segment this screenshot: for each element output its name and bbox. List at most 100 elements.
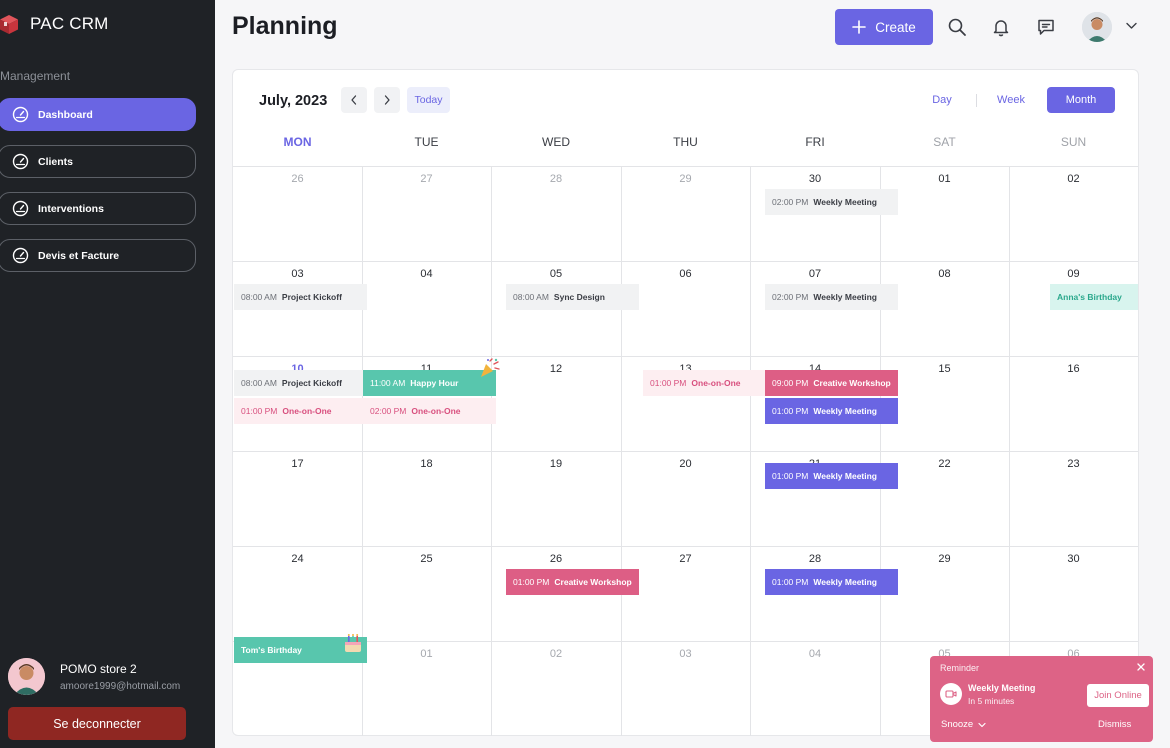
cake-icon [345, 634, 361, 652]
day-number[interactable]: 18 [407, 458, 447, 470]
day-number[interactable]: 23 [1054, 458, 1094, 470]
day-number[interactable]: 27 [407, 173, 447, 185]
day-number[interactable]: 12 [536, 363, 576, 375]
day-number[interactable]: 03 [666, 648, 706, 660]
event-title: Creative Workshop [813, 378, 891, 388]
chat-icon[interactable] [1036, 17, 1056, 37]
sidebar-item-clients[interactable]: Clients [0, 145, 196, 178]
day-number[interactable]: 01 [925, 173, 965, 185]
bell-icon[interactable] [991, 17, 1011, 37]
video-camera-icon [940, 683, 962, 705]
day-number[interactable]: 26 [278, 173, 318, 185]
create-button[interactable]: Create [835, 9, 933, 45]
grid-col-line [491, 166, 492, 736]
day-number[interactable]: 01 [407, 648, 447, 660]
day-number[interactable]: 02 [536, 648, 576, 660]
today-button[interactable]: Today [407, 87, 450, 113]
event-title: One-on-One [411, 406, 461, 416]
join-online-button[interactable]: Join Online [1087, 684, 1149, 707]
prev-month-button[interactable] [341, 87, 367, 113]
weekday-sat: SAT [933, 135, 956, 149]
day-number[interactable]: 17 [278, 458, 318, 470]
day-number[interactable]: 16 [1054, 363, 1094, 375]
snooze-button[interactable]: Snooze [941, 719, 986, 730]
day-number[interactable]: 30 [1054, 553, 1094, 565]
calendar-event[interactable]: 01:00 PM One-on-One [643, 370, 776, 396]
reminder-when: In 5 minutes [968, 696, 1015, 706]
chevron-down-icon[interactable] [1126, 22, 1137, 30]
chevron-down-icon [978, 722, 986, 727]
day-number[interactable]: 04 [795, 648, 835, 660]
day-number[interactable]: 03 [278, 268, 318, 280]
day-number[interactable]: 26 [536, 553, 576, 565]
profile-name: POMO store 2 [60, 662, 137, 676]
day-number[interactable]: 29 [666, 173, 706, 185]
next-month-button[interactable] [374, 87, 400, 113]
day-number[interactable]: 28 [536, 173, 576, 185]
event-time: 02:00 PM [772, 197, 809, 207]
day-number[interactable]: 22 [925, 458, 965, 470]
snooze-label: Snooze [941, 719, 974, 730]
event-title: Project Kickoff [281, 292, 342, 302]
reminder-title: Reminder [940, 663, 980, 673]
grid-col-line [880, 166, 881, 736]
brand[interactable]: PAC CRM [0, 13, 109, 35]
search-icon[interactable] [947, 17, 967, 37]
calendar-event[interactable]: 02:00 PM One-on-One [363, 398, 496, 424]
sidebar-item-dashboard[interactable]: Dashboard [0, 98, 196, 131]
calendar-event[interactable]: 08:00 AM Project Kickoff [234, 284, 367, 310]
day-number[interactable]: 19 [536, 458, 576, 470]
reminder-event: Weekly Meeting [968, 683, 1036, 693]
day-number[interactable]: 25 [407, 553, 447, 565]
day-number[interactable]: 27 [666, 553, 706, 565]
calendar-event[interactable]: 02:00 PM Weekly Meeting [765, 189, 898, 215]
party-popper-icon [481, 358, 500, 377]
reminder-toast: Reminder Weekly Meeting In 5 minutes Joi… [930, 656, 1153, 742]
sidebar-item-devis-et-facture[interactable]: Devis et Facture [0, 239, 196, 272]
dismiss-button[interactable]: Dismiss [1098, 719, 1131, 730]
page-title: Planning [232, 12, 338, 40]
calendar-event[interactable]: 09:00 PM Creative Workshop [765, 370, 898, 396]
weekday-mon: MON [283, 135, 312, 149]
view-day-button[interactable]: Day [922, 87, 962, 113]
day-number[interactable]: 09 [1054, 268, 1094, 280]
weekday-wed: WED [542, 135, 570, 149]
day-number[interactable]: 05 [536, 268, 576, 280]
close-icon[interactable] [1136, 662, 1146, 672]
calendar-event[interactable]: 01:00 PM One-on-One [234, 398, 367, 424]
logout-button[interactable]: Se deconnecter [8, 707, 186, 740]
event-title: Anna's Birthday [1057, 292, 1122, 302]
chevron-right-icon [384, 95, 390, 105]
event-time: 01:00 PM [650, 378, 687, 388]
brand-name: PAC CRM [30, 14, 109, 33]
day-number[interactable]: 20 [666, 458, 706, 470]
calendar-event[interactable]: 08:00 AM Sync Design [506, 284, 639, 310]
day-number[interactable]: 30 [795, 173, 835, 185]
sidebar-item-interventions[interactable]: Interventions [0, 192, 196, 225]
view-week-button[interactable]: Week [991, 87, 1031, 113]
calendar-event[interactable]: 01:00 PM Weekly Meeting [765, 398, 898, 424]
calendar-event[interactable]: 01:00 PM Creative Workshop [506, 569, 639, 595]
calendar-event[interactable]: 08:00 AM Project Kickoff [234, 370, 367, 396]
day-number[interactable]: 24 [278, 553, 318, 565]
calendar-event[interactable]: 01:00 PM Weekly Meeting [765, 569, 898, 595]
day-number[interactable]: 08 [925, 268, 965, 280]
view-month-button[interactable]: Month [1047, 87, 1115, 113]
day-number[interactable]: 04 [407, 268, 447, 280]
day-number[interactable]: 15 [925, 363, 965, 375]
day-number[interactable]: 02 [1054, 173, 1094, 185]
calendar-event[interactable]: 02:00 PM Weekly Meeting [765, 284, 898, 310]
calendar-event[interactable]: 01:00 PM Weekly Meeting [765, 463, 898, 489]
day-number[interactable]: 07 [795, 268, 835, 280]
calendar-event[interactable]: Anna's Birthday [1050, 284, 1138, 310]
day-number[interactable]: 29 [925, 553, 965, 565]
calendar-event[interactable]: 11:00 AM Happy Hour [363, 370, 496, 396]
event-time: 01:00 PM [772, 406, 809, 416]
profile-email: amoore1999@hotmail.com [60, 681, 181, 692]
user-avatar[interactable] [1082, 12, 1112, 42]
view-divider [976, 94, 977, 107]
user-profile[interactable]: POMO store 2 amoore1999@hotmail.com [8, 658, 208, 698]
event-time: 09:00 PM [772, 378, 809, 388]
day-number[interactable]: 06 [666, 268, 706, 280]
day-number[interactable]: 28 [795, 553, 835, 565]
